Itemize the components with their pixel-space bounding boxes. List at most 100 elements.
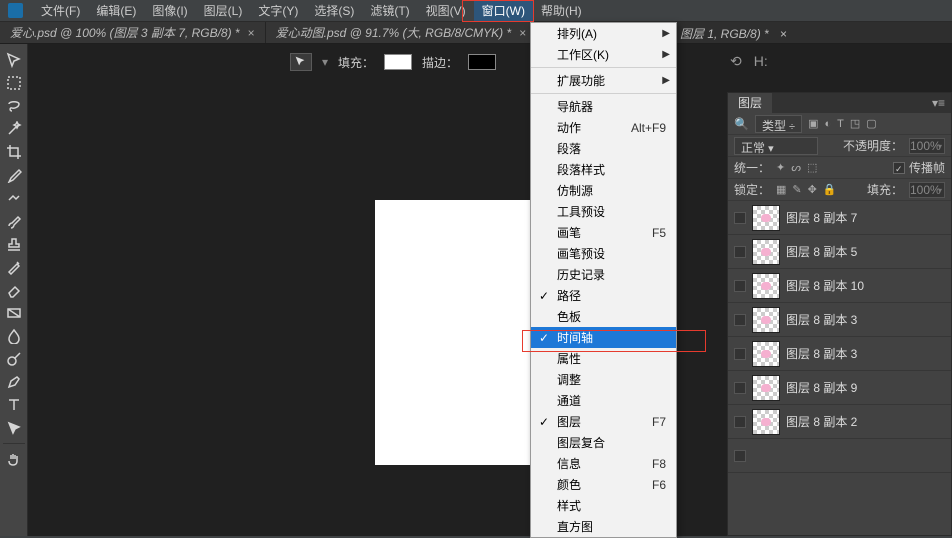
menu-timeline[interactable]: ✓时间轴	[531, 327, 676, 348]
move-tool-icon[interactable]	[3, 50, 25, 70]
menu-image[interactable]: 图像(I)	[144, 0, 195, 22]
menu-paths[interactable]: ✓路径	[531, 285, 676, 306]
visibility-toggle[interactable]	[734, 280, 746, 292]
doc-tab-3[interactable]: 图层 1, RGB/8) * ×	[680, 25, 787, 42]
filter-shape-icon[interactable]: ◳	[850, 117, 860, 130]
filter-adjust-icon[interactable]: ◐	[824, 118, 831, 130]
lock-pos-icon[interactable]: ✥	[808, 183, 817, 196]
visibility-toggle[interactable]	[734, 382, 746, 394]
menu-help[interactable]: 帮助(H)	[533, 0, 590, 22]
filter-type-icon[interactable]: T	[837, 118, 844, 130]
history-brush-icon[interactable]	[3, 257, 25, 277]
layer-row[interactable]: 图层 8 副本 3	[728, 337, 951, 371]
menu-edit[interactable]: 编辑(E)	[88, 0, 144, 22]
eraser-tool-icon[interactable]	[3, 280, 25, 300]
layer-name[interactable]: 图层 8 副本 7	[786, 209, 857, 226]
lock-trans-icon[interactable]: ▦	[776, 183, 786, 196]
menu-window[interactable]: 窗口(W)	[474, 0, 533, 22]
filter-type-select[interactable]: 类型 ÷	[755, 115, 802, 133]
menu-brush-presets[interactable]: 画笔预设	[531, 243, 676, 264]
hand-tool-icon[interactable]	[3, 449, 25, 469]
layer-row[interactable]: 图层 8 副本 9	[728, 371, 951, 405]
doc-tab-2[interactable]: 爱心动图.psd @ 91.7% (大, RGB/8/CMYK) * ×	[266, 22, 538, 43]
brush-tool-icon[interactable]	[3, 211, 25, 231]
path-select-icon[interactable]	[3, 418, 25, 438]
pen-tool-icon[interactable]	[3, 372, 25, 392]
visibility-toggle[interactable]	[734, 212, 746, 224]
layer-row[interactable]: 图层 8 副本 2	[728, 405, 951, 439]
menu-filter[interactable]: 滤镜(T)	[362, 0, 417, 22]
filter-smart-icon[interactable]: ▢	[866, 117, 876, 130]
marquee-tool-icon[interactable]	[3, 73, 25, 93]
menu-swatches[interactable]: 色板	[531, 306, 676, 327]
visibility-toggle[interactable]	[734, 314, 746, 326]
menu-actions[interactable]: 动作Alt+F9	[531, 117, 676, 138]
close-icon[interactable]: ×	[780, 27, 787, 41]
fill-input[interactable]: 100%▾	[909, 182, 945, 198]
menu-tool-presets[interactable]: 工具预设	[531, 201, 676, 222]
menu-view[interactable]: 视图(V)	[418, 0, 474, 22]
panel-tab-layers[interactable]: 图层	[728, 93, 772, 113]
menu-layer[interactable]: 图层(L)	[196, 0, 251, 22]
panel-menu-icon[interactable]: ▾≡	[926, 96, 951, 110]
unify-pos-icon[interactable]: ✦	[776, 161, 785, 174]
fill-swatch[interactable]	[384, 54, 412, 70]
unify-style-icon[interactable]: ⬚	[807, 161, 817, 174]
layer-name[interactable]: 图层 8 副本 5	[786, 243, 857, 260]
layer-row[interactable]: 图层 8 副本 7	[728, 201, 951, 235]
visibility-toggle[interactable]	[734, 416, 746, 428]
layer-row[interactable]	[728, 439, 951, 473]
close-icon[interactable]: ×	[519, 26, 526, 40]
close-icon[interactable]: ×	[248, 26, 255, 40]
layer-name[interactable]: 图层 8 副本 2	[786, 413, 857, 430]
menu-select[interactable]: 选择(S)	[306, 0, 362, 22]
layer-row[interactable]: 图层 8 副本 5	[728, 235, 951, 269]
wand-tool-icon[interactable]	[3, 119, 25, 139]
menu-styles[interactable]: 样式	[531, 495, 676, 516]
menu-file[interactable]: 文件(F)	[33, 0, 88, 22]
menu-properties[interactable]: 属性	[531, 348, 676, 369]
heal-tool-icon[interactable]	[3, 188, 25, 208]
opacity-input[interactable]: 100%▾	[909, 138, 945, 154]
gradient-tool-icon[interactable]	[3, 303, 25, 323]
tool-preset-icon[interactable]	[290, 53, 312, 71]
unify-vis-icon[interactable]: ᔕ	[791, 161, 801, 174]
lock-paint-icon[interactable]: ✎	[792, 183, 801, 196]
menu-layer-comps[interactable]: 图层复合	[531, 432, 676, 453]
layer-name[interactable]: 图层 8 副本 3	[786, 345, 857, 362]
doc-tab-1[interactable]: 爱心.psd @ 100% (图层 3 副本 7, RGB/8) * ×	[0, 22, 266, 43]
menu-workspace[interactable]: 工作区(K)▶	[531, 44, 676, 65]
menu-history[interactable]: 历史记录	[531, 264, 676, 285]
menu-extensions[interactable]: 扩展功能▶	[531, 70, 676, 91]
lasso-tool-icon[interactable]	[3, 96, 25, 116]
menu-paragraph[interactable]: 段落	[531, 138, 676, 159]
stroke-swatch[interactable]	[468, 54, 496, 70]
menu-info[interactable]: 信息F8	[531, 453, 676, 474]
propagate-checkbox[interactable]	[893, 162, 905, 174]
stamp-tool-icon[interactable]	[3, 234, 25, 254]
eyedropper-tool-icon[interactable]	[3, 165, 25, 185]
refresh-icon[interactable]: ⟲	[730, 53, 742, 70]
visibility-toggle[interactable]	[734, 246, 746, 258]
menu-histogram[interactable]: 直方图	[531, 516, 676, 537]
dodge-tool-icon[interactable]	[3, 349, 25, 369]
type-tool-icon[interactable]	[3, 395, 25, 415]
blend-mode-select[interactable]: 正常 ▾	[734, 137, 818, 155]
crop-tool-icon[interactable]	[3, 142, 25, 162]
filter-pixel-icon[interactable]: ▣	[808, 117, 818, 130]
menu-navigator[interactable]: 导航器	[531, 96, 676, 117]
visibility-toggle[interactable]	[734, 348, 746, 360]
layer-name[interactable]: 图层 8 副本 9	[786, 379, 857, 396]
menu-layers[interactable]: ✓图层F7	[531, 411, 676, 432]
lock-all-icon[interactable]: 🔒	[823, 183, 837, 196]
menu-channels[interactable]: 通道	[531, 390, 676, 411]
layer-name[interactable]: 图层 8 副本 3	[786, 311, 857, 328]
visibility-toggle[interactable]	[734, 450, 746, 462]
layer-name[interactable]: 图层 8 副本 10	[786, 277, 864, 294]
menu-color[interactable]: 颜色F6	[531, 474, 676, 495]
menu-clone-source[interactable]: 仿制源	[531, 180, 676, 201]
menu-arrange[interactable]: 排列(A)▶	[531, 23, 676, 44]
layer-row[interactable]: 图层 8 副本 10	[728, 269, 951, 303]
menu-adjustments[interactable]: 调整	[531, 369, 676, 390]
menu-brush[interactable]: 画笔F5	[531, 222, 676, 243]
